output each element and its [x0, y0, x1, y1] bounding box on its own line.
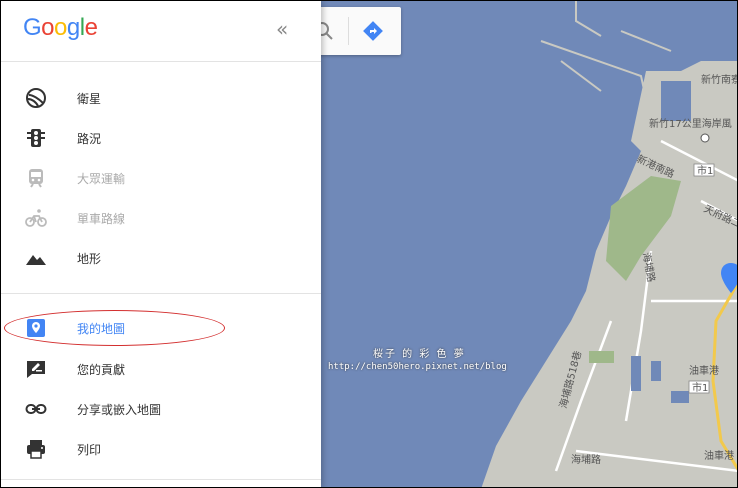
mountain-icon	[25, 247, 47, 269]
map-route-badge: 市1	[688, 380, 710, 394]
menu-item-transit[interactable]: 大眾運輸	[1, 158, 321, 198]
link-icon	[25, 398, 47, 420]
printer-icon	[25, 438, 47, 460]
collapse-menu-button[interactable]: «	[276, 19, 298, 41]
map-label: 市1	[692, 381, 708, 394]
map-route-badge: 市1	[693, 163, 715, 177]
side-menu: Google « 衛星 路況 大眾運輸 單車路線 地形 我的地圖 您的貢獻 分享…	[1, 1, 321, 487]
screenshot-frame: 新竹南寮 新竹17公里海岸風 新港南路 市1 天府路二 海埔路 海埔路518巷 …	[0, 0, 738, 488]
poi-icon[interactable]	[700, 133, 710, 143]
divider	[1, 293, 321, 294]
divider	[1, 61, 321, 62]
menu-item-label: 分享或嵌入地圖	[77, 403, 162, 417]
menu-item-print[interactable]: 列印	[1, 429, 321, 469]
logo-letter: g	[66, 14, 80, 41]
menu-item-label: 單車路線	[77, 212, 126, 226]
search-divider	[348, 17, 349, 45]
map-label: 新竹17公里海岸風	[649, 117, 732, 130]
menu-item-satellite[interactable]: 衛星	[1, 78, 321, 118]
menu-item-label: 地形	[77, 252, 102, 266]
satellite-icon	[25, 87, 47, 109]
watermark-title: 桜子 的 彩 色 夢	[373, 349, 466, 360]
menu-item-bicycle[interactable]: 單車路線	[1, 198, 321, 238]
menu-item-label: 您的貢獻	[77, 363, 126, 377]
menu-item-label: 路況	[77, 132, 102, 146]
train-icon	[25, 167, 47, 189]
directions-icon[interactable]	[363, 21, 383, 45]
map-label: 新竹南寮	[701, 73, 738, 86]
menu-item-label: 衛星	[77, 92, 102, 106]
menu-item-label: 列印	[77, 443, 102, 457]
highlight-annotation	[4, 310, 225, 346]
menu-item-label: 大眾運輸	[77, 172, 126, 186]
logo-letter: e	[84, 14, 98, 41]
map-label: 油車港	[689, 364, 719, 377]
edit-icon	[25, 358, 47, 380]
bicycle-icon	[25, 207, 47, 229]
map-label: 市1	[697, 164, 713, 177]
traffic-light-icon	[25, 127, 47, 149]
menu-item-contributions[interactable]: 您的貢獻	[1, 349, 321, 389]
google-logo[interactable]: Google	[23, 14, 98, 42]
logo-letter: G	[23, 14, 42, 41]
map-green-patch	[589, 351, 614, 363]
map-label: 油車港	[704, 449, 734, 462]
map-label: 海埔路	[571, 453, 601, 466]
menu-item-share[interactable]: 分享或嵌入地圖	[1, 389, 321, 429]
divider	[1, 479, 321, 480]
watermark-url: http://chen50hero.pixnet.net/blog	[328, 362, 507, 372]
menu-item-traffic[interactable]: 路況	[1, 118, 321, 158]
logo-letter: o	[41, 14, 55, 41]
menu-item-terrain[interactable]: 地形	[1, 238, 321, 278]
map-harbor-basin	[661, 81, 691, 121]
logo-letter: o	[54, 14, 67, 41]
